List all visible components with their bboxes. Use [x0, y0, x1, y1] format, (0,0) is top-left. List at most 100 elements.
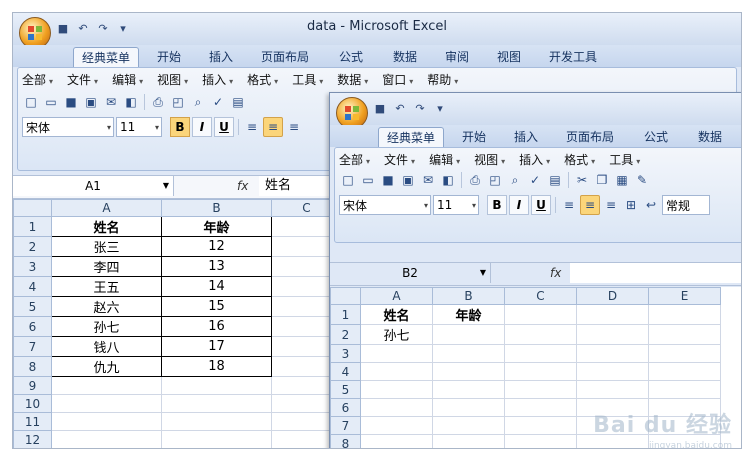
cell[interactable]: 张三	[51, 236, 162, 257]
new-file-icon[interactable]: □	[339, 171, 357, 189]
name-box[interactable]: A1 ▼	[13, 176, 174, 196]
cell[interactable]: 姓名	[51, 216, 162, 237]
tab-view[interactable]: 视图	[489, 47, 529, 67]
row-header[interactable]: 7	[330, 416, 361, 435]
row-header[interactable]: 3	[13, 256, 52, 277]
menu-all[interactable]: 全部 ▾	[22, 71, 53, 88]
cell[interactable]	[648, 304, 721, 325]
cell[interactable]	[51, 376, 162, 395]
save-icon[interactable]: ■	[62, 93, 80, 111]
save-icon[interactable]: ■	[379, 171, 397, 189]
font-name-select[interactable]: 宋体 ▾	[22, 117, 114, 137]
open-folder-icon[interactable]: ▭	[42, 93, 60, 111]
align-left-icon[interactable]: ≡	[560, 196, 578, 214]
tab-data[interactable]: 数据	[385, 47, 425, 67]
menu-window[interactable]: 窗口 ▾	[382, 71, 413, 88]
tab-insert[interactable]: 插入	[506, 127, 546, 147]
column-header[interactable]: A	[51, 199, 162, 217]
format-painter-icon[interactable]: ✎	[633, 171, 651, 189]
row-header[interactable]: 8	[13, 356, 52, 377]
cell[interactable]: 孙七	[51, 316, 162, 337]
row-header[interactable]: 10	[13, 394, 52, 413]
research-icon[interactable]: ⌕	[189, 93, 207, 111]
permission-icon[interactable]: ▣	[399, 171, 417, 189]
cell[interactable]	[432, 324, 505, 345]
name-box-2[interactable]: B2 ▼	[330, 263, 491, 283]
tab-review[interactable]: 审阅	[437, 47, 477, 67]
cell[interactable]	[576, 344, 649, 363]
row-header[interactable]: 4	[330, 362, 361, 381]
cell[interactable]	[161, 412, 272, 431]
cell[interactable]	[504, 362, 577, 381]
fx-icon[interactable]: fx	[550, 266, 561, 280]
font-name-select[interactable]: 宋体 ▾	[339, 195, 431, 215]
cell[interactable]: 13	[161, 256, 272, 277]
cell[interactable]	[504, 324, 577, 345]
cell[interactable]: 12	[161, 236, 272, 257]
underline-button[interactable]: U	[531, 195, 551, 215]
print-icon[interactable]: ⎙	[149, 93, 167, 111]
cell[interactable]	[432, 380, 505, 399]
email-icon[interactable]: ✉	[102, 93, 120, 111]
menu-tools[interactable]: 工具 ▾	[292, 71, 323, 88]
number-format-select[interactable]: 常规	[662, 195, 710, 215]
align-center-icon[interactable]: ≡	[263, 117, 283, 137]
cell[interactable]: 钱八	[51, 336, 162, 357]
email-icon[interactable]: ✉	[419, 171, 437, 189]
menu-help[interactable]: 帮助 ▾	[427, 71, 458, 88]
cell[interactable]	[360, 380, 433, 399]
menu-tools[interactable]: 工具 ▾	[609, 151, 640, 168]
cell[interactable]	[161, 394, 272, 413]
cell[interactable]	[576, 362, 649, 381]
menu-all[interactable]: 全部 ▾	[339, 151, 370, 168]
align-right-icon[interactable]: ≡	[602, 196, 620, 214]
paste-icon[interactable]: ▦	[613, 171, 631, 189]
row-header[interactable]: 4	[13, 276, 52, 297]
cut-icon[interactable]: ✂	[573, 171, 591, 189]
cell[interactable]	[576, 380, 649, 399]
align-left-icon[interactable]: ≡	[243, 118, 261, 136]
copy-icon[interactable]: ❐	[593, 171, 611, 189]
cell[interactable]	[360, 416, 433, 435]
font-size-select[interactable]: 11 ▾	[116, 117, 162, 137]
column-header[interactable]: D	[576, 287, 649, 305]
cell[interactable]	[648, 362, 721, 381]
row-header[interactable]: 6	[13, 316, 52, 337]
align-center-icon[interactable]: ≡	[580, 195, 600, 215]
cell[interactable]	[432, 398, 505, 417]
cell[interactable]: 16	[161, 316, 272, 337]
cell[interactable]	[360, 362, 433, 381]
cell[interactable]	[576, 324, 649, 345]
row-header[interactable]: 12	[13, 430, 52, 448]
column-header[interactable]: E	[648, 287, 721, 305]
print-icon[interactable]: ⎙	[466, 171, 484, 189]
select-all-corner[interactable]	[330, 287, 361, 305]
new-file-icon[interactable]: □	[22, 93, 40, 111]
cell[interactable]	[504, 416, 577, 435]
menu-insert[interactable]: 插入 ▾	[202, 71, 233, 88]
menu-view[interactable]: 视图 ▾	[157, 71, 188, 88]
row-header[interactable]: 8	[330, 434, 361, 448]
align-right-icon[interactable]: ≡	[285, 118, 303, 136]
cell[interactable]	[51, 394, 162, 413]
menu-format[interactable]: 格式 ▾	[564, 151, 595, 168]
customize-qat-icon[interactable]: ▾	[432, 100, 448, 116]
print-preview-icon[interactable]: ◧	[122, 93, 140, 111]
cell[interactable]: 年龄	[432, 304, 505, 325]
menu-edit[interactable]: 编辑 ▾	[429, 151, 460, 168]
tab-page-layout[interactable]: 页面布局	[558, 127, 622, 147]
cell[interactable]	[360, 398, 433, 417]
cell[interactable]	[360, 344, 433, 363]
italic-button[interactable]: I	[509, 195, 529, 215]
cell[interactable]: 赵六	[51, 296, 162, 317]
bold-button[interactable]: B	[487, 195, 507, 215]
menu-file[interactable]: 文件 ▾	[384, 151, 415, 168]
spelling-icon[interactable]: ✓	[209, 93, 227, 111]
column-header[interactable]: C	[504, 287, 577, 305]
menu-data[interactable]: 数据 ▾	[337, 71, 368, 88]
cell[interactable]	[648, 380, 721, 399]
permission-icon[interactable]: ▣	[82, 93, 100, 111]
cell[interactable]	[504, 398, 577, 417]
tab-page-layout[interactable]: 页面布局	[253, 47, 317, 67]
cell[interactable]: 姓名	[360, 304, 433, 325]
